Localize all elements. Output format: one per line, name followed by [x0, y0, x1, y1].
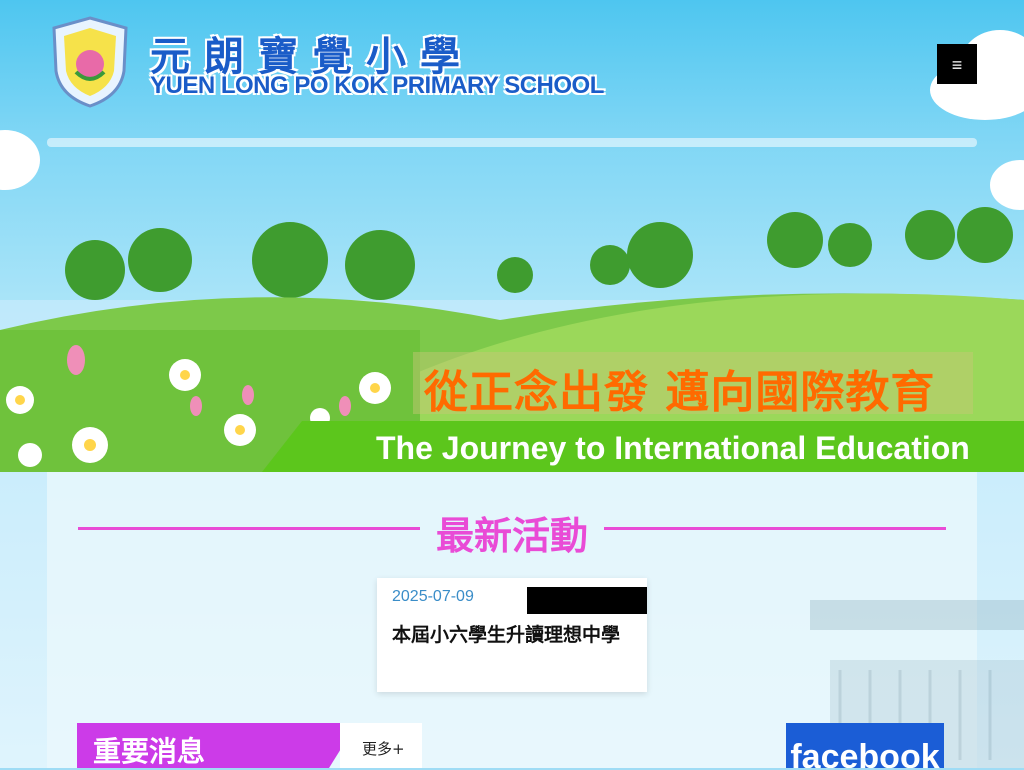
latest-activities-title: 最新活動 [435, 514, 588, 558]
header-divider [47, 138, 977, 147]
news-more-link[interactable]: 更多+ [362, 738, 405, 759]
activity-title[interactable]: 本屆小六學生升讀理想中學 [392, 622, 637, 648]
facebook-link[interactable]: facebook [786, 723, 944, 768]
slogan-en: The Journey to International Education [376, 430, 970, 466]
menu-button[interactable]: ≡ [937, 44, 977, 84]
hamburger-icon: ≡ [951, 55, 963, 75]
slogan-zh: 從正念出發 邁向國際教育 [424, 367, 936, 418]
activity-date: 2025-07-09 [392, 588, 474, 605]
facebook-label: facebook [790, 738, 940, 768]
site-header: 元朗寶覺小學 YUEN LONG PO KOK PRIMARY SCHOOL ≡ [0, 0, 1024, 110]
activity-card-tag [527, 587, 647, 614]
news-title: 重要消息 [93, 735, 206, 768]
school-logo[interactable] [50, 16, 130, 108]
school-name-en: YUEN LONG PO KOK PRIMARY SCHOOL [150, 72, 604, 99]
